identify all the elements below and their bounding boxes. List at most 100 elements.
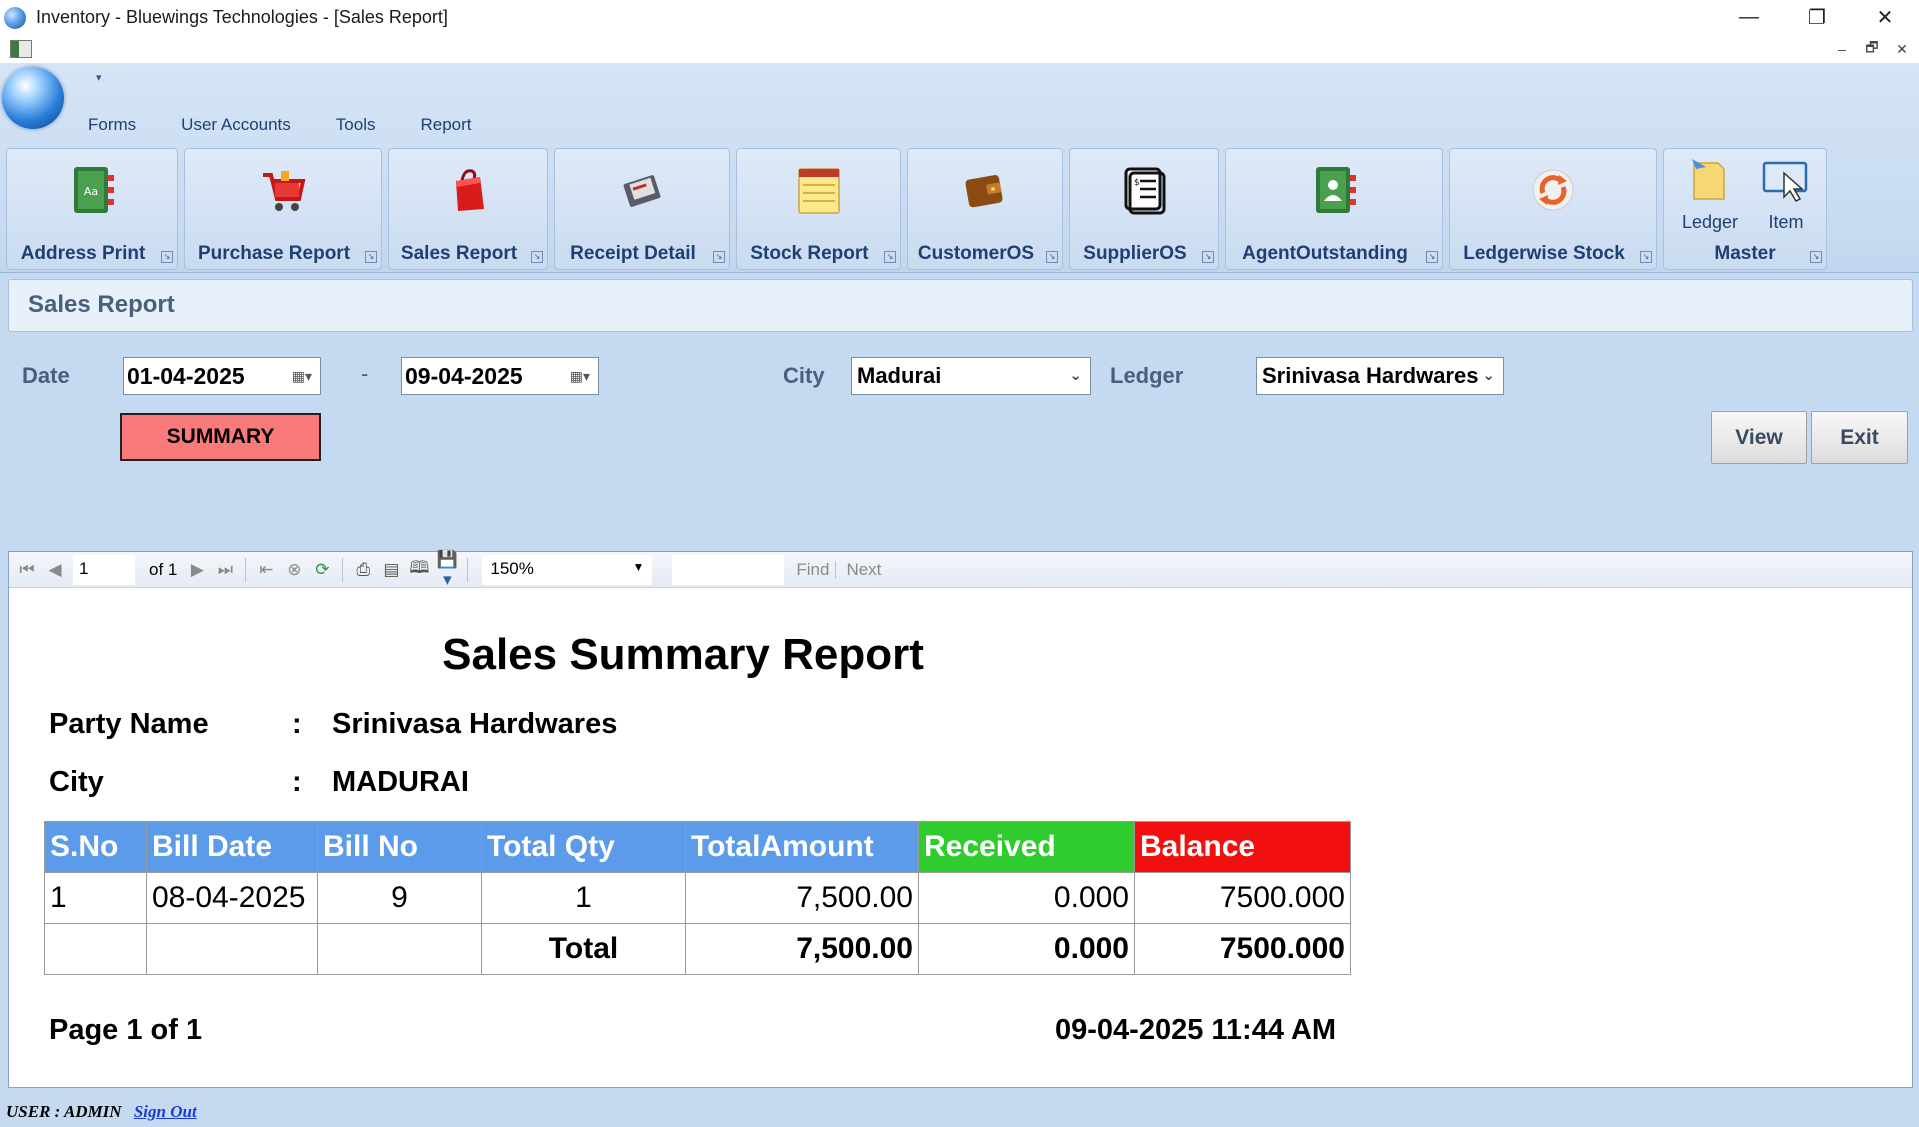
previous-page-icon[interactable]: ◀	[41, 560, 69, 580]
column-header-bill-no: Bill No	[317, 821, 482, 873]
city-report-label: City	[49, 766, 104, 798]
ribbon-button-purchase-report[interactable]: Purchase Report ↘	[184, 148, 382, 270]
date-from-picker[interactable]: 01-04-2025 ▦▾	[123, 357, 321, 395]
first-page-icon[interactable]: ⏮	[13, 560, 41, 580]
dialog-launcher-icon[interactable]: ↘	[713, 251, 725, 263]
city-select[interactable]: Madurai ⌄	[851, 357, 1091, 395]
shopping-bag-icon	[456, 169, 484, 211]
mdi-close-button[interactable]: ✕	[1891, 38, 1913, 60]
mdi-restore-button[interactable]: 🗗	[1861, 38, 1883, 60]
mdi-child-strip: – 🗗 ✕	[0, 35, 1919, 63]
find-next-link[interactable]: Next	[846, 560, 881, 580]
date-to-value: 09-04-2025	[405, 363, 523, 389]
zoom-dropdown-icon[interactable]: ▼	[632, 560, 644, 574]
next-page-icon[interactable]: ▶	[183, 560, 211, 580]
application-orb-icon[interactable]	[2, 67, 64, 129]
status-bar: USER : ADMIN Sign Out	[0, 1096, 1919, 1127]
cell-empty	[44, 923, 147, 975]
calendar-dropdown-icon[interactable]: ▦▾	[570, 368, 590, 385]
cell-empty	[146, 923, 318, 975]
tab-tools[interactable]: Tools	[336, 115, 376, 135]
tab-user-accounts[interactable]: User Accounts	[181, 115, 291, 135]
ribbon-button-address-print[interactable]: Aa Address Print ↘	[6, 148, 178, 270]
refresh-icon[interactable]: ⟳	[308, 560, 336, 580]
dialog-launcher-icon[interactable]: ↘	[884, 251, 896, 263]
dialog-launcher-icon[interactable]: ↘	[1810, 251, 1822, 263]
form-title: Sales Report	[28, 291, 175, 318]
group-label: CustomerOS	[917, 243, 1035, 264]
tab-report[interactable]: Report	[420, 115, 471, 135]
view-button[interactable]: View	[1711, 411, 1807, 464]
ribbon-button-stock-report[interactable]: Stock Report ↘	[736, 148, 901, 270]
exit-button[interactable]: Exit	[1811, 411, 1908, 464]
calendar-dropdown-icon[interactable]: ▦▾	[292, 368, 312, 385]
ribbon-button-supplieros[interactable]: $ SupplierOS ↘	[1069, 148, 1219, 270]
mdi-minimize-button[interactable]: –	[1831, 38, 1853, 60]
date-to-picker[interactable]: 09-04-2025 ▦▾	[401, 357, 599, 395]
party-name-value: Srinivasa Hardwares	[332, 708, 618, 740]
chevron-down-icon[interactable]: ⌄	[1482, 366, 1495, 384]
tab-forms[interactable]: Forms	[88, 115, 136, 135]
find-text-input[interactable]	[672, 554, 785, 585]
export-icon[interactable]: 💾▾	[433, 550, 461, 590]
stop-icon[interactable]: ⊗	[280, 560, 308, 580]
group-label: Ledgerwise Stock	[1463, 243, 1625, 264]
close-button[interactable]: ✕	[1851, 0, 1919, 35]
back-icon[interactable]: ⇤	[252, 560, 280, 580]
summary-button[interactable]: SUMMARY	[120, 413, 321, 461]
current-page-input[interactable]: 1	[73, 554, 135, 585]
dialog-launcher-icon[interactable]: ↘	[1202, 251, 1214, 263]
print-layout-icon[interactable]: ▤	[377, 560, 405, 580]
table-row: 1 08-04-2025 9 1 7,500.00 0.000 7500.000	[44, 872, 1351, 924]
total-label: Total	[481, 923, 686, 975]
sign-out-link[interactable]: Sign Out	[134, 1102, 197, 1121]
city-select-value: Madurai	[857, 363, 942, 388]
page-setup-icon[interactable]: 🕮	[405, 555, 433, 584]
report-viewer-toolbar: ⏮ ◀ 1 of 1 ▶ ⏭ ⇤ ⊗ ⟳ ⎙ ▤ 🕮 💾▾ 150% ▼ Fin…	[9, 550, 1912, 590]
ribbon-button-receipt-detail[interactable]: Receipt Detail ↘	[554, 148, 730, 270]
ledger-select-value: Srinivasa Hardwares	[1262, 363, 1479, 388]
dialog-launcher-icon[interactable]: ↘	[531, 251, 543, 263]
contact-book-icon	[1316, 167, 1356, 213]
page-count-label: of 1	[149, 559, 178, 579]
dialog-launcher-icon[interactable]: ↘	[1426, 251, 1438, 263]
group-label: Address Print	[20, 243, 146, 264]
dialog-launcher-icon[interactable]: ↘	[161, 251, 173, 263]
zoom-select[interactable]: 150% ▼	[482, 554, 653, 585]
window-title: Inventory - Bluewings Technologies - [Sa…	[36, 7, 448, 27]
toolbar-separator	[245, 557, 247, 582]
column-header-balance: Balance	[1134, 821, 1351, 873]
ribbon-button-ledgerwise-stock[interactable]: Ledgerwise Stock ↘	[1449, 148, 1657, 270]
dialog-launcher-icon[interactable]: ↘	[1640, 251, 1652, 263]
notepad-icon	[797, 168, 840, 214]
minimize-button[interactable]: —	[1715, 0, 1783, 35]
mdi-controls: – 🗗 ✕	[1831, 38, 1913, 60]
column-header-bill-date: Bill Date	[146, 821, 318, 873]
zoom-value: 150%	[490, 558, 534, 578]
ribbon-button-sales-report[interactable]: Sales Report ↘	[388, 148, 548, 270]
master-item-button[interactable]: Item	[1752, 157, 1820, 233]
dialog-launcher-icon[interactable]: ↘	[1046, 251, 1058, 263]
dialog-launcher-icon[interactable]: ↘	[365, 251, 377, 263]
ribbon-button-customeros[interactable]: CustomerOS ↘	[907, 148, 1063, 270]
date-from-value: 01-04-2025	[127, 363, 245, 389]
print-icon[interactable]: ⎙	[349, 560, 377, 580]
cell-received: 0.000	[918, 872, 1135, 924]
report-title: Sales Summary Report	[442, 630, 924, 679]
cell-sno: 1	[44, 872, 147, 924]
ribbon-button-agentoutstanding[interactable]: AgentOutstanding ↘	[1225, 148, 1443, 270]
restore-button[interactable]: ❐	[1783, 0, 1851, 35]
chevron-down-icon[interactable]: ⌄	[1069, 366, 1082, 384]
find-link[interactable]: Find	[796, 560, 829, 580]
receipt-icon	[623, 175, 661, 207]
cell-bill-date: 08-04-2025	[146, 872, 318, 924]
city-report-value: MADURAI	[332, 766, 469, 798]
last-page-icon[interactable]: ⏭	[211, 560, 239, 580]
master-ledger-button[interactable]: Ledger	[1676, 157, 1744, 233]
child-window-icon[interactable]	[10, 40, 32, 58]
city-report-colon: :	[292, 766, 302, 798]
quick-access-dropdown-icon[interactable]: ▾	[96, 71, 102, 84]
ledger-select[interactable]: Srinivasa Hardwares ⌄	[1256, 357, 1504, 395]
group-label: Purchase Report	[197, 243, 351, 264]
master-item-label: Item	[1768, 212, 1804, 232]
